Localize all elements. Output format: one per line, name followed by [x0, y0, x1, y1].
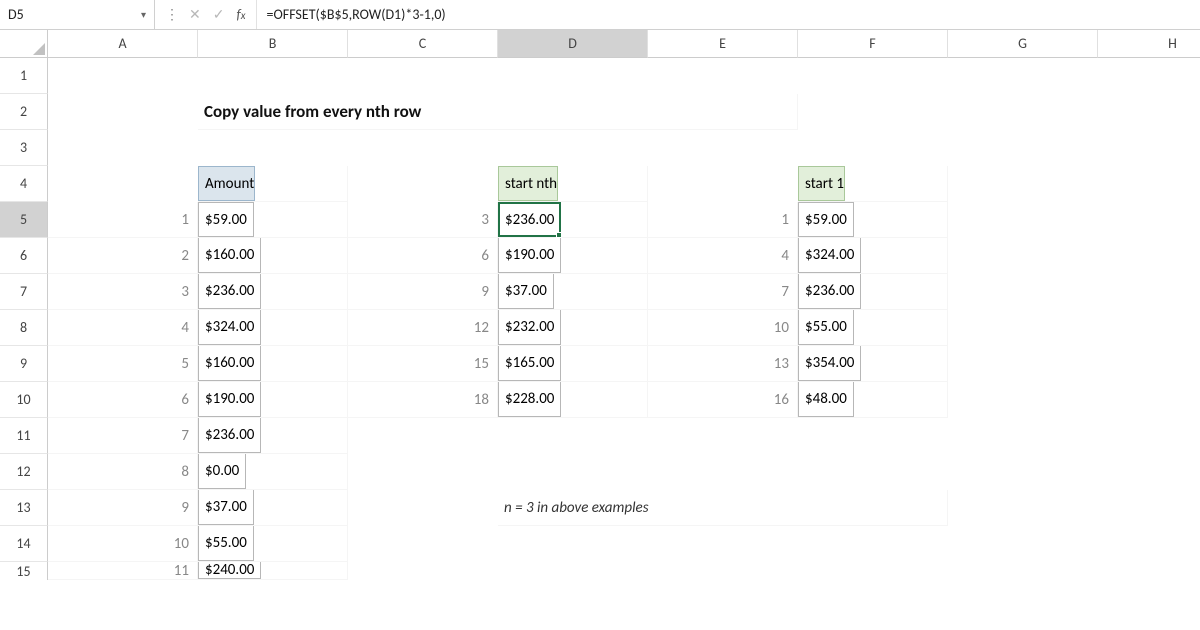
row-index-c[interactable]: 9 [348, 274, 498, 310]
cancel-icon[interactable]: ✕ [189, 6, 201, 23]
row-header-11[interactable]: 11 [0, 418, 48, 454]
start-1-cell[interactable]: $48.00 [798, 382, 948, 418]
row-index-c[interactable]: 18 [348, 382, 498, 418]
row-index-c[interactable]: 15 [348, 346, 498, 382]
column-header-C[interactable]: C [348, 30, 498, 58]
formula-input[interactable]: =OFFSET($B$5,ROW(D1)*3-1,0) [257, 6, 1200, 23]
formula-bar-tools: ⋮ ✕ ✓ fx [155, 0, 257, 29]
start-1-cell[interactable]: $354.00 [798, 346, 948, 382]
start-1-cell[interactable]: $236.00 [798, 274, 948, 310]
row-header-5[interactable]: 5 [0, 202, 48, 238]
row-header-10[interactable]: 10 [0, 382, 48, 418]
name-box-value: D5 [8, 6, 137, 23]
row-header-8[interactable]: 8 [0, 310, 48, 346]
column-header-G[interactable]: G [948, 30, 1098, 58]
amount-cell[interactable]: $160.00 [198, 238, 348, 274]
select-all-corner[interactable] [0, 30, 48, 58]
row-index-e[interactable]: 10 [648, 310, 798, 346]
table-header-amount[interactable]: Amount [198, 166, 348, 202]
row-header-1[interactable]: 1 [0, 58, 48, 94]
drag-handle-icon[interactable]: ⋮ [165, 6, 177, 23]
amount-cell[interactable]: $236.00 [198, 274, 348, 310]
row-index-a[interactable]: 11 [48, 562, 198, 580]
start-nth-cell[interactable]: $236.00 [498, 202, 648, 238]
row-index-a[interactable]: 2 [48, 238, 198, 274]
row-index-a[interactable]: 6 [48, 382, 198, 418]
start-nth-cell[interactable]: $228.00 [498, 382, 648, 418]
row-header-9[interactable]: 9 [0, 346, 48, 382]
row-header-15[interactable]: 15 [0, 562, 48, 580]
column-header-H[interactable]: H [1098, 30, 1200, 58]
note-text: n = 3 in above examples [498, 490, 948, 526]
row-header-6[interactable]: 6 [0, 238, 48, 274]
row-header-3[interactable]: 3 [0, 130, 48, 166]
row-index-c[interactable]: 12 [348, 310, 498, 346]
row-index-e[interactable]: 4 [648, 238, 798, 274]
start-1-cell[interactable]: $324.00 [798, 238, 948, 274]
name-box[interactable]: D5 ▾ [0, 0, 155, 29]
start-1-cell[interactable]: $55.00 [798, 310, 948, 346]
spreadsheet-grid[interactable]: ABCDEFGH123456789101112131415Copy value … [0, 30, 1200, 580]
chevron-down-icon[interactable]: ▾ [137, 8, 150, 21]
row-header-7[interactable]: 7 [0, 274, 48, 310]
check-icon[interactable]: ✓ [213, 6, 225, 23]
row-index-a[interactable]: 1 [48, 202, 198, 238]
row-index-a[interactable]: 7 [48, 418, 198, 454]
column-header-A[interactable]: A [48, 30, 198, 58]
row-index-a[interactable]: 8 [48, 454, 198, 490]
start-nth-cell[interactable]: $190.00 [498, 238, 648, 274]
row-index-a[interactable]: 5 [48, 346, 198, 382]
row-index-c[interactable]: 3 [348, 202, 498, 238]
amount-cell[interactable]: $55.00 [198, 526, 348, 562]
start-nth-cell[interactable]: $37.00 [498, 274, 648, 310]
row-header-13[interactable]: 13 [0, 490, 48, 526]
amount-cell[interactable]: $37.00 [198, 490, 348, 526]
start-nth-cell[interactable]: $232.00 [498, 310, 648, 346]
page-title: Copy value from every nth row [198, 94, 798, 130]
row-index-e[interactable]: 7 [648, 274, 798, 310]
row-header-14[interactable]: 14 [0, 526, 48, 562]
amount-cell[interactable]: $240.00 [198, 562, 348, 580]
row-index-a[interactable]: 4 [48, 310, 198, 346]
row-header-2[interactable]: 2 [0, 94, 48, 130]
row-index-a[interactable]: 9 [48, 490, 198, 526]
column-header-F[interactable]: F [798, 30, 948, 58]
row-index-e[interactable]: 1 [648, 202, 798, 238]
amount-cell[interactable]: $190.00 [198, 382, 348, 418]
formula-bar: D5 ▾ ⋮ ✕ ✓ fx =OFFSET($B$5,ROW(D1)*3-1,0… [0, 0, 1200, 30]
table-header-start-1[interactable]: start 1 [798, 166, 948, 202]
amount-cell[interactable]: $324.00 [198, 310, 348, 346]
start-1-cell[interactable]: $59.00 [798, 202, 948, 238]
start-nth-cell[interactable]: $165.00 [498, 346, 648, 382]
row-index-a[interactable]: 3 [48, 274, 198, 310]
row-index-c[interactable]: 6 [348, 238, 498, 274]
table-header-start-nth[interactable]: start nth [498, 166, 648, 202]
column-header-D[interactable]: D [498, 30, 648, 58]
amount-cell[interactable]: $160.00 [198, 346, 348, 382]
row-header-4[interactable]: 4 [0, 166, 48, 202]
row-index-e[interactable]: 13 [648, 346, 798, 382]
row-header-12[interactable]: 12 [0, 454, 48, 490]
amount-cell[interactable]: $0.00 [198, 454, 348, 490]
amount-cell[interactable]: $236.00 [198, 418, 348, 454]
fx-icon[interactable]: fx [236, 6, 245, 23]
row-index-a[interactable]: 10 [48, 526, 198, 562]
column-header-B[interactable]: B [198, 30, 348, 58]
amount-cell[interactable]: $59.00 [198, 202, 348, 238]
row-index-e[interactable]: 16 [648, 382, 798, 418]
column-header-E[interactable]: E [648, 30, 798, 58]
